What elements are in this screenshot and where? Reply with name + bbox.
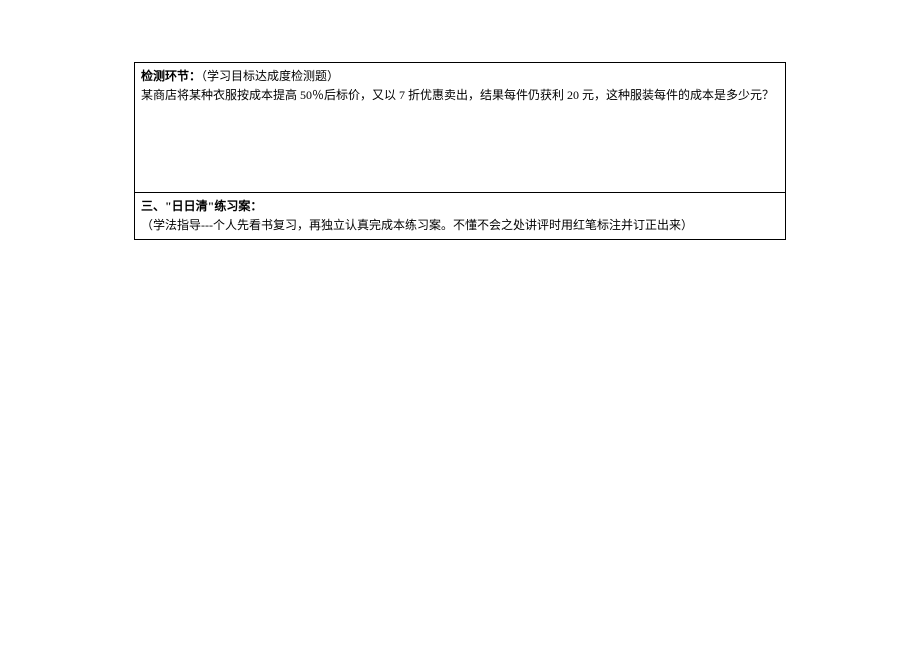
detection-subtitle: （学习目标达成度检测题） [201, 69, 339, 83]
practice-title: 三、"日日清"练习案： [141, 199, 262, 213]
document-table: 检测环节：（学习目标达成度检测题） 某商店将某种衣服按成本提高 50％后标价，又… [134, 62, 786, 240]
detection-problem: 某商店将某种衣服按成本提高 50％后标价，又以 7 折优惠卖出，结果每件仍获利 … [141, 88, 774, 102]
section-practice: 三、"日日清"练习案： （学法指导---个人先看书复习，再独立认真完成本练习案。… [135, 193, 786, 240]
detection-title: 检测环节： [141, 69, 201, 83]
section-detection: 检测环节：（学习目标达成度检测题） 某商店将某种衣服按成本提高 50％后标价，又… [135, 63, 786, 193]
practice-instruction: （学法指导---个人先看书复习，再独立认真完成本练习案。不懂不会之处讲评时用红笔… [141, 218, 693, 232]
